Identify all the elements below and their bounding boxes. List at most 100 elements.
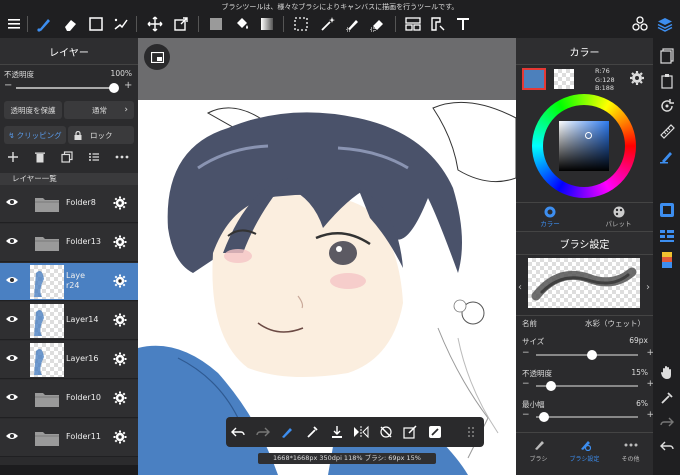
redo-side-icon[interactable] xyxy=(657,412,677,432)
edit-frame-icon[interactable] xyxy=(398,417,423,447)
canvas-area[interactable] xyxy=(138,38,516,475)
visibility-eye-icon[interactable] xyxy=(5,314,19,324)
color-panel-toggle-icon[interactable] xyxy=(657,200,677,220)
min-width-knob[interactable] xyxy=(539,412,550,422)
add-layer-icon[interactable] xyxy=(7,151,19,163)
layer-settings-gear-icon[interactable] xyxy=(113,391,127,405)
float-brush-icon[interactable] xyxy=(275,417,300,447)
clipping-button[interactable]: ↯ クリッピング xyxy=(4,126,66,144)
eyedropper-icon[interactable] xyxy=(300,417,325,447)
pen-options-icon[interactable] xyxy=(111,14,131,34)
color-swatch-strip-icon[interactable] xyxy=(657,250,677,270)
layer-settings-gear-icon[interactable] xyxy=(113,274,127,288)
undo-side-icon[interactable] xyxy=(657,436,677,456)
opacity-slider-knob[interactable] xyxy=(109,83,119,93)
color-picker-cursor[interactable] xyxy=(585,132,592,139)
undo-icon[interactable] xyxy=(226,417,251,447)
clipboard-icon[interactable] xyxy=(657,71,677,91)
size-slider-knob[interactable] xyxy=(587,350,598,360)
opacity-plus-icon[interactable]: + xyxy=(124,80,132,91)
move-tool-icon[interactable] xyxy=(145,14,165,34)
layer-settings-gear-icon[interactable] xyxy=(113,352,127,366)
snap-icon[interactable] xyxy=(423,417,448,447)
grid-handle-icon[interactable] xyxy=(459,417,484,447)
color-tab[interactable]: カラー xyxy=(516,203,584,231)
shape-tool-icon[interactable] xyxy=(86,14,106,34)
eraser-tool-icon[interactable] xyxy=(60,14,80,34)
lock-button[interactable]: ロック xyxy=(68,126,134,144)
gradient-tool-icon[interactable] xyxy=(257,14,277,34)
layer-folder-row[interactable]: Folder8 xyxy=(0,185,138,223)
rotate-lock-icon[interactable] xyxy=(374,417,399,447)
text-tool-icon[interactable] xyxy=(453,14,473,34)
hand-tool-icon[interactable] xyxy=(657,362,677,382)
min-width-slider[interactable]: − + xyxy=(522,410,654,422)
transform-tool-icon[interactable] xyxy=(171,14,191,34)
layer-row[interactable]: Laye r24 xyxy=(0,263,138,301)
opacity-label: 不透明度 xyxy=(4,70,34,79)
flip-horizontal-icon[interactable] xyxy=(349,417,374,447)
blend-mode-select[interactable]: 通常 › xyxy=(64,101,134,119)
frame-border-icon[interactable] xyxy=(428,14,448,34)
pages-icon[interactable] xyxy=(657,46,677,66)
redo-icon[interactable] xyxy=(251,417,276,447)
brush-tool-icon[interactable] xyxy=(34,14,54,34)
rotate-canvas-icon[interactable] xyxy=(657,96,677,116)
brush-name-row[interactable]: 名前 水彩（ウェット） xyxy=(516,315,653,328)
layer-settings-gear-icon[interactable] xyxy=(113,235,127,249)
eyedropper-side-icon[interactable] xyxy=(657,388,677,408)
frame-divider-icon[interactable] xyxy=(403,14,423,34)
visibility-eye-icon[interactable] xyxy=(5,431,19,441)
rgb-readout: R:76 G:128 B:188 xyxy=(595,67,615,93)
other-tab[interactable]: その他 xyxy=(608,439,653,463)
menu-icon[interactable] xyxy=(4,14,24,34)
opacity-slider-track[interactable] xyxy=(16,87,114,89)
layer-row[interactable]: Layer14 xyxy=(0,302,138,340)
select-eraser-icon[interactable] xyxy=(368,14,388,34)
opacity-minus-icon[interactable]: − xyxy=(4,80,12,91)
layer-folder-row[interactable]: Folder11 xyxy=(0,419,138,457)
delete-layer-icon[interactable] xyxy=(34,151,46,163)
visibility-eye-icon[interactable] xyxy=(5,236,19,246)
materials-icon[interactable] xyxy=(630,14,650,34)
fill-color-tool-icon[interactable] xyxy=(206,14,226,34)
select-tool-icon[interactable] xyxy=(291,14,311,34)
layer-list-icon[interactable] xyxy=(88,151,100,163)
visibility-eye-icon[interactable] xyxy=(5,275,19,285)
layer-thumbnail xyxy=(30,265,64,299)
duplicate-layer-icon[interactable] xyxy=(61,151,73,163)
magic-wand-icon[interactable] xyxy=(318,14,338,34)
layer-settings-gear-icon[interactable] xyxy=(113,430,127,444)
layer-folder-row[interactable]: Folder13 xyxy=(0,224,138,262)
ruler-icon[interactable] xyxy=(657,121,677,141)
visibility-eye-icon[interactable] xyxy=(5,353,19,363)
layer-settings-gear-icon[interactable] xyxy=(113,313,127,327)
brush-opacity-knob[interactable] xyxy=(546,381,557,391)
brush-tab[interactable]: ブラシ xyxy=(516,439,561,463)
layer-settings-gear-icon[interactable] xyxy=(113,196,127,210)
main-color-swatch[interactable] xyxy=(522,68,546,90)
visibility-eye-icon[interactable] xyxy=(5,197,19,207)
brush-next-icon[interactable]: › xyxy=(646,282,650,293)
layer-row[interactable]: Layer16 xyxy=(0,341,138,379)
saturation-value-square[interactable] xyxy=(559,121,609,171)
brush-opacity-slider[interactable]: − + xyxy=(522,379,654,391)
brush-settings-tab[interactable]: ブラシ設定 xyxy=(561,439,608,463)
layers-toggle-icon[interactable] xyxy=(655,14,675,34)
layer-folder-row[interactable]: Folder10 xyxy=(0,380,138,418)
pen-settings-icon[interactable] xyxy=(657,146,677,166)
bucket-tool-icon[interactable] xyxy=(232,14,252,34)
brush-tab-icon xyxy=(533,439,545,451)
protect-alpha-button[interactable]: 透明度を保護 xyxy=(4,101,62,119)
sub-color-swatch[interactable] xyxy=(554,69,574,89)
tool-tip-text: ブラシツールは、様々なブラシによりキャンバスに描画を行うツールです。 xyxy=(221,3,459,11)
size-slider[interactable]: − + xyxy=(522,348,654,360)
select-pen-icon[interactable] xyxy=(343,14,363,34)
fill-down-icon[interactable] xyxy=(324,417,349,447)
brush-prev-icon[interactable]: ‹ xyxy=(518,282,522,293)
visibility-eye-icon[interactable] xyxy=(5,392,19,402)
color-settings-gear-icon[interactable] xyxy=(629,70,645,86)
layer-panel-toggle-icon[interactable] xyxy=(657,226,677,246)
palette-tab[interactable]: パレット xyxy=(584,203,653,231)
more-options-icon[interactable] xyxy=(115,151,129,163)
